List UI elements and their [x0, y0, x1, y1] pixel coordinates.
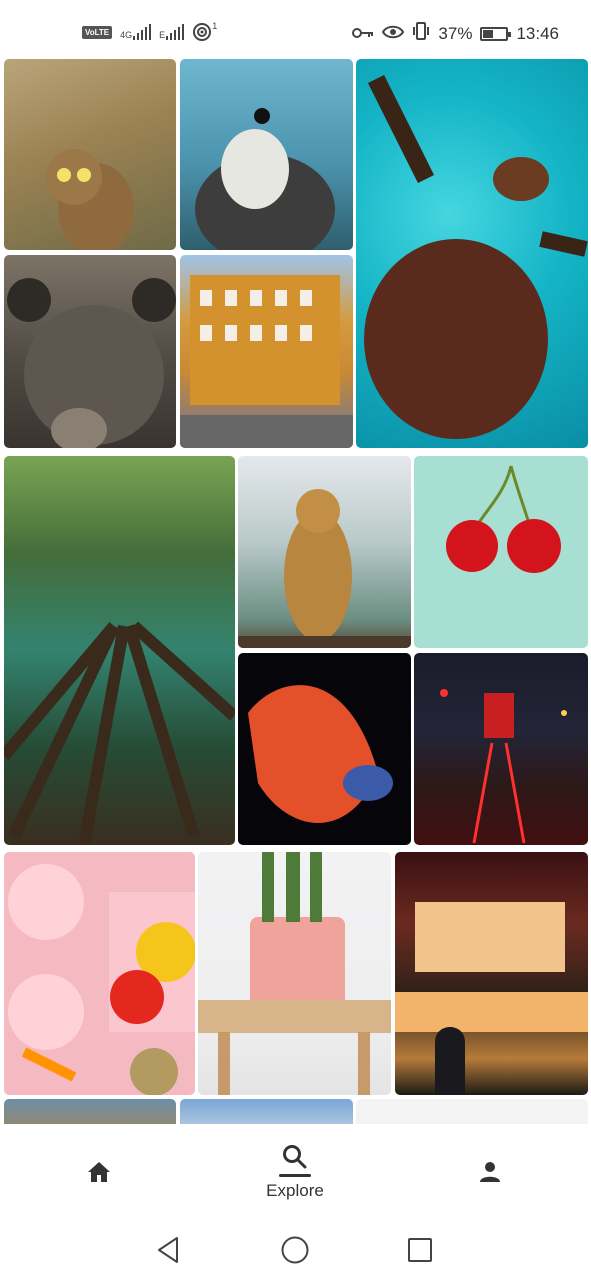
photo-peek-3[interactable] [356, 1099, 588, 1124]
volte-icon: VoLTE [82, 25, 113, 39]
photo-peek-1[interactable] [4, 1099, 176, 1124]
photo-grid [0, 0, 591, 1124]
photo-betta-fish[interactable] [238, 653, 411, 845]
net-4g-label: 4G [120, 30, 133, 40]
vibrate-icon [412, 22, 430, 45]
person-icon [480, 1162, 500, 1182]
nav-home[interactable] [70, 1124, 128, 1220]
photo-night-tram[interactable] [414, 653, 588, 845]
photo-building[interactable] [180, 255, 353, 448]
home-circle-icon [281, 1236, 309, 1264]
system-recents-button[interactable] [402, 1232, 438, 1268]
nav-explore[interactable]: Explore [245, 1124, 345, 1220]
nav-explore-label: Explore [266, 1180, 324, 1200]
photo-bear[interactable] [4, 255, 176, 448]
status-right-icons: 37% 13:46 [352, 22, 559, 45]
battery-charging-icon [480, 26, 512, 41]
hotspot-count: 1 [212, 21, 218, 31]
home-icon [88, 1162, 110, 1182]
recents-icon [408, 1238, 432, 1262]
battery-percent: 37% [438, 23, 473, 43]
photo-forest[interactable] [4, 456, 235, 845]
photo-plant[interactable] [198, 852, 391, 1095]
clock: 13:46 [516, 23, 559, 43]
4g-signal-icon: 4G [120, 24, 152, 40]
photo-night-restaurant[interactable] [395, 852, 588, 1095]
key-icon [352, 24, 374, 44]
photo-owl[interactable] [4, 59, 176, 250]
back-icon [158, 1237, 178, 1263]
e-signal-icon: E [159, 24, 185, 40]
status-left-icons: VoLTE 4G E 1 [82, 22, 217, 42]
eye-icon [382, 24, 405, 44]
status-bar: VoLTE 4G E 1 37% 13:46 [0, 0, 591, 56]
photo-falcon[interactable] [180, 59, 353, 250]
system-navigation-bar [0, 1220, 591, 1280]
search-icon [283, 1144, 307, 1168]
bottom-navigation: Explore [0, 1124, 591, 1220]
photo-peek-2[interactable] [180, 1099, 353, 1124]
photo-cherries[interactable] [414, 456, 588, 648]
photo-sea-turtle[interactable] [356, 59, 588, 448]
system-home-button[interactable] [277, 1232, 313, 1268]
nav-profile[interactable] [462, 1124, 518, 1220]
hotspot-icon: 1 [192, 22, 217, 42]
system-back-button[interactable] [150, 1232, 186, 1268]
active-tab-indicator [279, 1173, 311, 1177]
photo-lioness[interactable] [238, 456, 411, 648]
photo-vegetables[interactable] [4, 852, 195, 1095]
net-e-label: E [159, 30, 166, 40]
